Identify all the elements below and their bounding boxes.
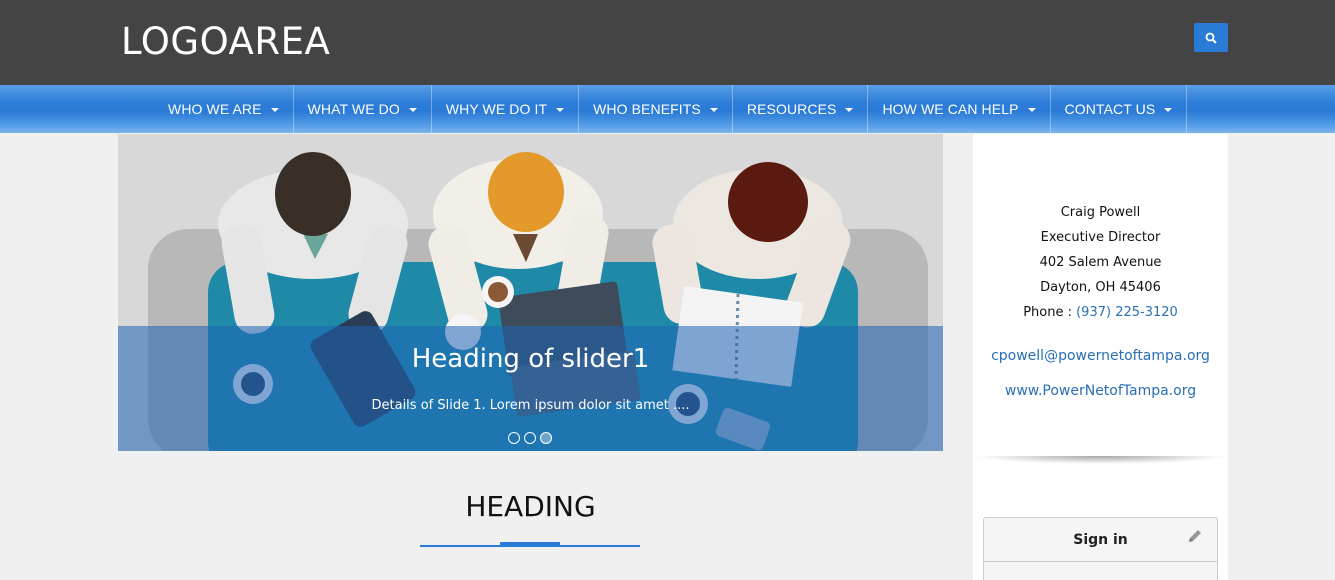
nav-item-who-we-are[interactable]: WHO WE ARE <box>154 85 294 133</box>
nav-item-label: WHO WE ARE <box>168 101 262 117</box>
slide-detail: Details of Slide 1. Lorem ipsum dolor si… <box>371 398 690 413</box>
section-heading-wrap: HEADING <box>118 490 943 523</box>
caret-down-icon <box>270 107 279 112</box>
signin-header: Sign in <box>984 518 1217 562</box>
caret-down-icon <box>709 107 718 112</box>
slide-indicator-1[interactable] <box>508 432 520 444</box>
nav-item-contact-us[interactable]: CONTACT US <box>1051 85 1188 133</box>
nav-list: WHO WE ARE WHAT WE DO WHY WE DO IT WHO B… <box>154 85 1188 133</box>
nav-item-why-we-do-it[interactable]: WHY WE DO IT <box>432 85 580 133</box>
contact-title: Executive Director <box>1040 230 1161 245</box>
nav-item-label: HOW WE CAN HELP <box>882 101 1019 117</box>
contact-city: Dayton, OH 45406 <box>1040 280 1161 295</box>
site-logo[interactable]: LOGOAREA <box>121 20 330 63</box>
email-link[interactable]: cpowell@powernetoftampa.org <box>991 348 1210 364</box>
search-button[interactable] <box>1194 23 1228 52</box>
caret-down-icon <box>408 107 417 112</box>
nav-item-resources[interactable]: RESOURCES <box>733 85 869 133</box>
nav-item-label: RESOURCES <box>746 101 837 117</box>
website-link[interactable]: www.PowerNetofTampa.org <box>1005 383 1196 399</box>
signin-title: Sign in <box>1073 531 1128 548</box>
slide-caption: Heading of slider1 Details of Slide 1. L… <box>118 326 943 451</box>
caret-down-icon <box>1027 107 1036 112</box>
website-row: www.PowerNetofTampa.org <box>973 380 1228 399</box>
heading-underline-accent <box>500 542 560 547</box>
hero-slider[interactable]: Heading of slider1 Details of Slide 1. L… <box>118 134 943 451</box>
nav-item-how-we-can-help[interactable]: HOW WE CAN HELP <box>868 85 1051 133</box>
section-heading: HEADING <box>465 490 596 523</box>
divider-shadow <box>973 456 1228 464</box>
nav-item-label: CONTACT US <box>1064 101 1156 117</box>
phone-label: Phone : <box>1023 305 1077 320</box>
nav-item-label: WHY WE DO IT <box>445 101 548 117</box>
sidebar: Craig Powell Executive Director 402 Sale… <box>973 134 1228 580</box>
signin-panel: Sign in <box>983 517 1218 580</box>
pencil-icon[interactable] <box>1187 528 1203 544</box>
nav-item-label: WHAT WE DO <box>307 101 400 117</box>
slide-heading: Heading of slider1 <box>411 344 650 374</box>
nav-item-what-we-do[interactable]: WHAT WE DO <box>294 85 432 133</box>
contact-info: Craig Powell Executive Director 402 Sale… <box>973 200 1228 325</box>
caret-down-icon <box>845 107 854 112</box>
search-icon <box>1205 32 1217 44</box>
slide-indicator-2[interactable] <box>524 432 536 444</box>
contact-phone: Phone : (937) 225-3120 <box>973 300 1228 325</box>
caret-down-icon <box>556 107 565 112</box>
top-header: LOGOAREA <box>0 0 1335 85</box>
nav-item-label: WHO BENEFITS <box>593 101 701 117</box>
email-row: cpowell@powernetoftampa.org <box>973 345 1228 364</box>
slide-indicator-3[interactable] <box>540 432 552 444</box>
phone-link[interactable]: (937) 225-3120 <box>1076 305 1178 320</box>
main-nav: WHO WE ARE WHAT WE DO WHY WE DO IT WHO B… <box>0 85 1335 133</box>
slider-indicators <box>508 432 552 444</box>
contact-address: 402 Salem Avenue <box>1039 255 1162 270</box>
nav-item-who-benefits[interactable]: WHO BENEFITS <box>579 85 733 133</box>
caret-down-icon <box>1164 107 1173 112</box>
contact-name: Craig Powell <box>1060 205 1141 220</box>
